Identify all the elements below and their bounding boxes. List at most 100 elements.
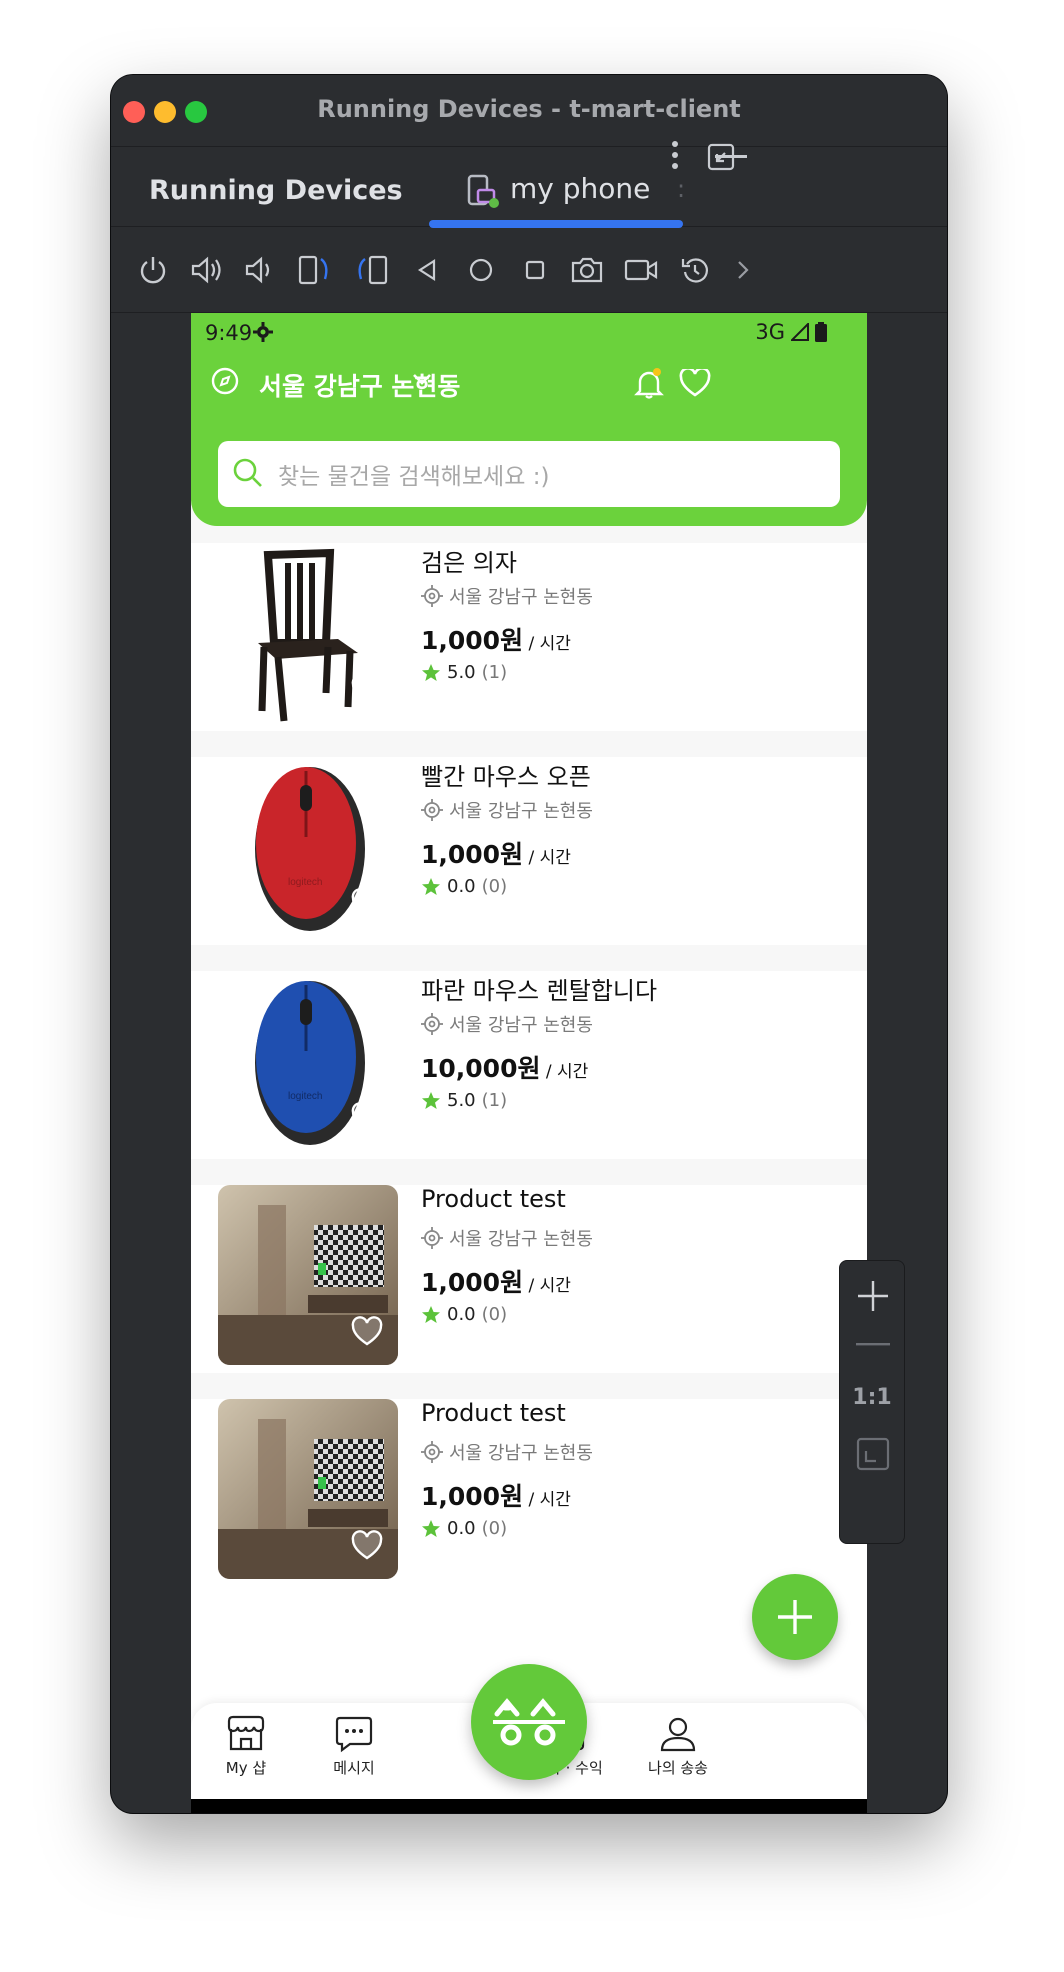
zoom-one-to-one[interactable]: 1:1 [840, 1385, 904, 1410]
product-rating: 0.0 (0) [421, 1518, 507, 1539]
minimize-icon [715, 155, 747, 158]
volume-up-button[interactable] [187, 250, 227, 290]
favorite-heart-icon[interactable] [350, 887, 384, 921]
settings-gear-icon [253, 322, 273, 342]
product-title: 검은 의자 [421, 549, 517, 577]
overview-button[interactable] [515, 250, 555, 290]
rating-star-icon [422, 663, 440, 681]
product-price-value: 1,000원 [421, 840, 524, 869]
product-location: 서울 강남구 논현동 [421, 1225, 593, 1251]
chevron-down-icon[interactable] [412, 373, 432, 387]
product-price: 1,000원 / 시간 [421, 1263, 571, 1299]
product-rating-value: 5.0 [447, 662, 476, 683]
product-rating-value: 5.0 [447, 1090, 476, 1111]
search-input[interactable]: 찾는 물건을 검색해보세요 :) [218, 441, 840, 507]
product-price-value: 1,000원 [421, 1268, 524, 1297]
volume-down-button[interactable] [239, 250, 279, 290]
list-divider [191, 1159, 867, 1185]
product-rating: 5.0 (1) [421, 1090, 507, 1111]
search-placeholder: 찾는 물건을 검색해보세요 :) [278, 464, 550, 490]
notification-button[interactable] [631, 365, 667, 401]
favorite-heart-icon[interactable] [350, 1101, 384, 1135]
signal-icon [791, 323, 809, 341]
nav-my-songsong-label: 나의 송송 [648, 1759, 708, 1777]
product-thumbnail[interactable]: logitech [218, 757, 398, 937]
product-price-unit: / 시간 [523, 1490, 571, 1510]
fit-screen-icon[interactable] [856, 1437, 890, 1471]
power-button[interactable] [133, 250, 173, 290]
product-location: 서울 강남구 논현동 [421, 1439, 593, 1465]
chat-icon [335, 1716, 373, 1753]
favorite-heart-icon[interactable] [350, 1315, 384, 1349]
product-title: 빨간 마우스 오픈 [421, 763, 591, 791]
app-header: 9:49 3G 서울 강남구 논현동 찾는 물건을 검색해보세요 :) [191, 313, 867, 526]
product-thumbnail[interactable] [218, 1185, 398, 1365]
system-navigation-bar [191, 1799, 867, 1813]
camera-icon [571, 257, 603, 283]
phone-screen: 9:49 3G 서울 강남구 논현동 찾는 물건을 검색해보세요 :) 검은 의… [191, 313, 867, 1813]
rotate-right-button[interactable] [351, 250, 391, 290]
vertical-dots-icon [672, 141, 678, 169]
reset-button[interactable] [675, 250, 715, 290]
back-button[interactable] [407, 250, 447, 290]
more-toolbar-button[interactable] [723, 250, 763, 290]
home-button[interactable] [461, 250, 501, 290]
product-card[interactable]: Product test 서울 강남구 논현동 1,000원 / 시간 0.0 (0) [218, 1185, 840, 1365]
product-location: 서울 강남구 논현동 [421, 797, 593, 823]
screen-record-button[interactable] [621, 250, 661, 290]
product-price: 10,000원 / 시간 [421, 1049, 588, 1085]
reset-icon [681, 258, 708, 283]
rotate-left-button[interactable] [295, 250, 335, 290]
songsong-logo-icon [493, 1698, 565, 1746]
product-location-text: 서울 강남구 논현동 [449, 587, 593, 608]
device-icon [467, 174, 499, 208]
product-review-count: (1) [481, 1090, 508, 1111]
product-card[interactable]: 검은 의자 서울 강남구 논현동 1,000원 / 시간 5.0 (1) [218, 543, 840, 723]
product-thumbnail[interactable] [218, 1399, 398, 1579]
product-price: 1,000원 / 시간 [421, 835, 571, 871]
heart-icon [679, 369, 711, 397]
screenshot-button[interactable] [567, 250, 607, 290]
product-thumbnail[interactable] [218, 543, 398, 723]
product-rating-value: 0.0 [447, 1304, 476, 1325]
svg-text:logitech: logitech [288, 1091, 322, 1102]
product-location-text: 서울 강남구 논현동 [449, 801, 593, 822]
zoom-out-icon[interactable] [856, 1343, 890, 1347]
product-rating: 0.0 (0) [421, 1304, 507, 1325]
rotate-right-icon [358, 255, 388, 285]
product-price-unit: / 시간 [540, 1062, 589, 1082]
rating-star-icon [422, 1091, 440, 1109]
nav-my-shop[interactable]: My 샵 [191, 1715, 301, 1778]
wishlist-button[interactable] [677, 365, 713, 401]
profile-icon [660, 1717, 696, 1752]
plus-icon [778, 1600, 812, 1634]
product-location-text: 서울 강남구 논현동 [449, 1229, 593, 1250]
nav-message[interactable]: 메시지 [299, 1715, 409, 1778]
product-card[interactable]: logitech 파란 마우스 렌탈합니다 서울 강남구 논현동 10,000원 / … [218, 971, 840, 1151]
battery-icon [815, 322, 827, 342]
location-target-icon [421, 585, 443, 607]
back-icon [417, 258, 436, 282]
center-home-button[interactable] [471, 1664, 587, 1780]
svg-text:logitech: logitech [288, 877, 322, 888]
zoom-controls: 1:1 [839, 1260, 905, 1544]
product-price: 1,000원 / 시간 [421, 1477, 571, 1513]
more-options-button[interactable] [655, 135, 695, 175]
overview-icon [525, 260, 545, 280]
favorite-heart-icon[interactable] [350, 673, 384, 707]
nav-my-shop-label: My 샵 [225, 1759, 267, 1777]
hide-panel-button[interactable] [711, 137, 751, 177]
product-card[interactable]: logitech 빨간 마우스 오픈 서울 강남구 논현동 1,000원 / 시간 0.… [218, 757, 840, 937]
rating-star-icon [422, 1305, 440, 1323]
add-product-button[interactable] [752, 1574, 838, 1660]
product-review-count: (0) [481, 1518, 508, 1539]
tab-overflow-indicator: : [677, 175, 686, 203]
product-thumbnail[interactable]: logitech [218, 971, 398, 1151]
nav-my-songsong[interactable]: 나의 송송 [623, 1715, 733, 1778]
product-price-value: 1,000원 [421, 1482, 524, 1511]
product-rating-value: 0.0 [447, 1518, 476, 1539]
favorite-heart-icon[interactable] [350, 1529, 384, 1563]
list-divider [191, 731, 867, 757]
zoom-in-icon[interactable] [856, 1279, 890, 1313]
product-card[interactable]: Product test 서울 강남구 논현동 1,000원 / 시간 0.0 (0) [218, 1399, 840, 1579]
